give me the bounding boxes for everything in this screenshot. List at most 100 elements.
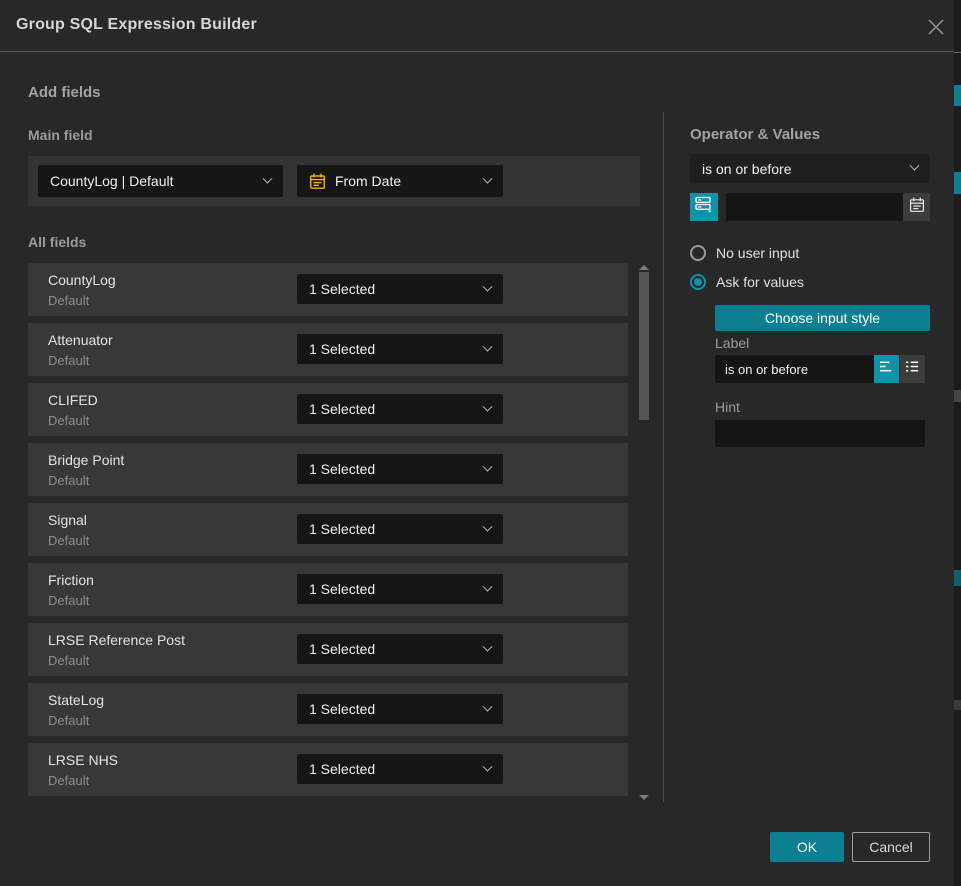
selected-count: 1 Selected (309, 521, 375, 537)
field-selected-dropdown[interactable]: 1 Selected (297, 274, 503, 304)
field-row-signal: Signal Default 1 Selected (28, 503, 628, 556)
radio-label: No user input (716, 245, 799, 261)
add-fields-heading: Add fields (28, 84, 101, 101)
field-name: CountyLog (48, 272, 116, 288)
selected-count: 1 Selected (309, 761, 375, 777)
list-icon (905, 360, 920, 378)
field-subtitle: Default (48, 473, 89, 488)
radio-no-user-input[interactable]: No user input (690, 245, 799, 261)
field-name: CLIFED (48, 392, 98, 408)
field-name: LRSE NHS (48, 752, 118, 768)
field-subtitle: Default (48, 593, 89, 608)
chevron-down-icon (910, 161, 920, 171)
selected-count: 1 Selected (309, 341, 375, 357)
chevron-down-icon (263, 173, 273, 183)
field-row-lrse-reference-post: LRSE Reference Post Default 1 Selected (28, 623, 628, 676)
field-row-lrse-nhs: LRSE NHS Default 1 Selected (28, 743, 628, 796)
selected-count: 1 Selected (309, 701, 375, 717)
field-name: Attenuator (48, 332, 113, 348)
field-selected-dropdown[interactable]: 1 Selected (297, 394, 503, 424)
input-type-button[interactable] (690, 193, 718, 221)
field-row-bridge-point: Bridge Point Default 1 Selected (28, 443, 628, 496)
field-row-countylog: CountyLog Default 1 Selected (28, 263, 628, 316)
field-selected-dropdown[interactable]: 1 Selected (297, 694, 503, 724)
field-subtitle: Default (48, 293, 89, 308)
operator-values-heading: Operator & Values (690, 126, 820, 143)
label-style-single-button[interactable] (874, 355, 899, 383)
chevron-down-icon (483, 521, 493, 531)
selected-count: 1 Selected (309, 461, 375, 477)
field-subtitle: Default (48, 413, 89, 428)
field-selected-dropdown[interactable]: 1 Selected (297, 454, 503, 484)
label-input[interactable]: is on or before (715, 355, 874, 383)
all-fields-list: CountyLog Default 1 Selected Attenuator … (28, 263, 628, 796)
main-field-layer-dropdown[interactable]: CountyLog | Default (38, 165, 283, 197)
calendar-icon (309, 173, 326, 190)
field-selected-dropdown[interactable]: 1 Selected (297, 514, 503, 544)
date-picker-button[interactable] (903, 193, 930, 221)
chevron-down-icon (483, 173, 493, 183)
radio-checked-icon (690, 274, 706, 290)
main-field-layer-value: CountyLog | Default (50, 173, 174, 189)
chevron-down-icon (483, 581, 493, 591)
all-fields-label: All fields (28, 234, 86, 250)
field-selected-dropdown[interactable]: 1 Selected (297, 334, 503, 364)
main-field-field-value: From Date (335, 173, 401, 189)
operator-value: is on or before (702, 161, 792, 177)
field-subtitle: Default (48, 353, 89, 368)
field-selected-dropdown[interactable]: 1 Selected (297, 574, 503, 604)
selected-count: 1 Selected (309, 281, 375, 297)
field-row-clifed: CLIFED Default 1 Selected (28, 383, 628, 436)
field-subtitle: Default (48, 773, 89, 788)
chevron-down-icon (483, 761, 493, 771)
field-name: Signal (48, 512, 87, 528)
chevron-down-icon (483, 641, 493, 651)
selected-count: 1 Selected (309, 401, 375, 417)
dialog-titlebar: Group SQL Expression Builder (0, 0, 961, 52)
field-row-friction: Friction Default 1 Selected (28, 563, 628, 616)
chevron-down-icon (483, 401, 493, 411)
radio-ask-for-values[interactable]: Ask for values (690, 274, 804, 290)
list-scrollbar[interactable] (636, 263, 652, 802)
field-subtitle: Default (48, 533, 89, 548)
background-app-edge (954, 0, 961, 886)
cancel-button[interactable]: Cancel (852, 832, 930, 862)
chevron-down-icon (483, 341, 493, 351)
field-selected-dropdown[interactable]: 1 Selected (297, 754, 503, 784)
field-name: Bridge Point (48, 452, 124, 468)
field-subtitle: Default (48, 653, 89, 668)
field-subtitle: Default (48, 713, 89, 728)
label-label: Label (715, 335, 749, 351)
ok-button[interactable]: OK (770, 832, 844, 862)
selected-count: 1 Selected (309, 581, 375, 597)
field-row-attenuator: Attenuator Default 1 Selected (28, 323, 628, 376)
field-name: Friction (48, 572, 94, 588)
radio-label: Ask for values (716, 274, 804, 290)
close-icon[interactable] (926, 17, 946, 37)
scroll-up-icon[interactable] (639, 265, 649, 270)
radio-unchecked-icon (690, 245, 706, 261)
date-value-input[interactable] (726, 193, 903, 221)
field-name: StateLog (48, 692, 104, 708)
chevron-down-icon (483, 461, 493, 471)
vertical-divider (663, 112, 664, 802)
main-field-field-dropdown[interactable]: From Date (297, 165, 503, 197)
label-style-list-button[interactable] (900, 355, 925, 383)
calendar-icon (909, 197, 925, 218)
main-field-label: Main field (28, 127, 93, 143)
chevron-down-icon (483, 281, 493, 291)
align-left-icon (879, 360, 894, 378)
operator-dropdown[interactable]: is on or before (690, 154, 930, 183)
chevron-down-icon (483, 701, 493, 711)
field-name: LRSE Reference Post (48, 632, 185, 648)
hint-input[interactable] (715, 420, 925, 447)
input-type-icon (695, 196, 713, 218)
label-value: is on or before (725, 362, 808, 377)
scrollbar-thumb[interactable] (639, 272, 649, 420)
scroll-down-icon[interactable] (639, 795, 649, 800)
field-selected-dropdown[interactable]: 1 Selected (297, 634, 503, 664)
dialog-title: Group SQL Expression Builder (16, 16, 257, 34)
field-row-statelog: StateLog Default 1 Selected (28, 683, 628, 736)
choose-input-style-button[interactable]: Choose input style (715, 305, 930, 331)
selected-count: 1 Selected (309, 641, 375, 657)
